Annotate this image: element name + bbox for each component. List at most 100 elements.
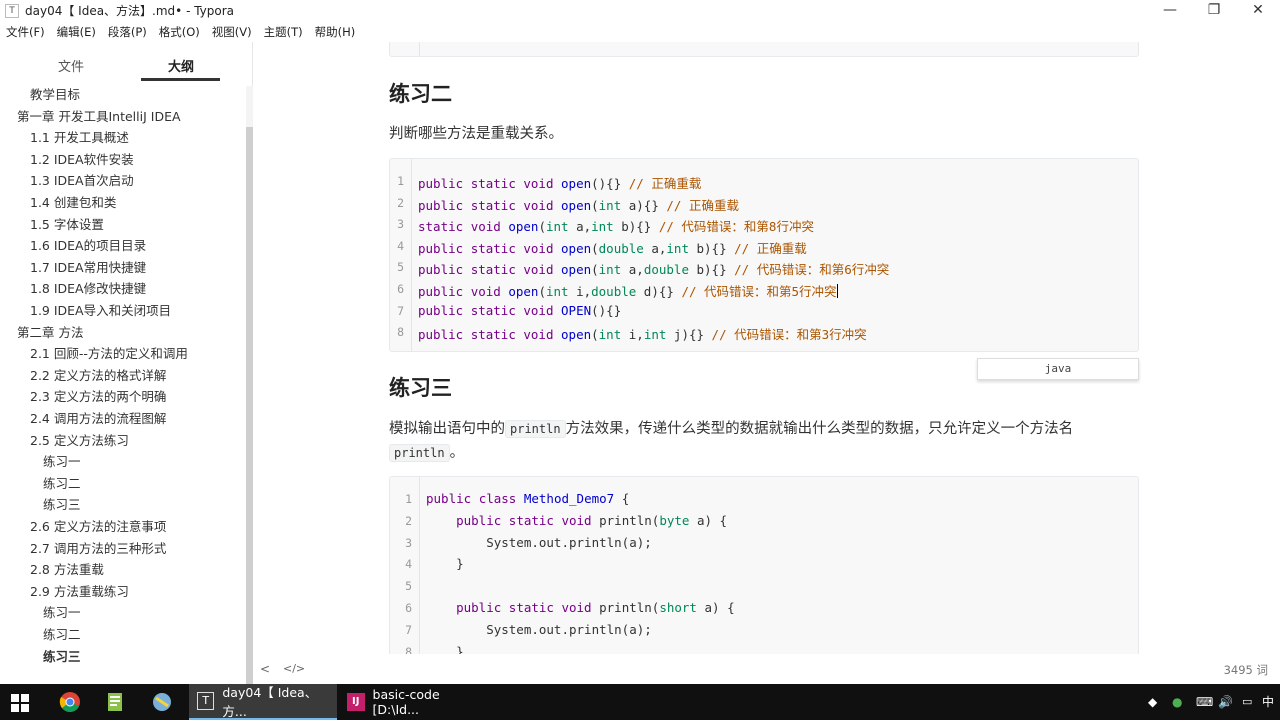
windows-start-icon[interactable] [10,693,30,713]
code-line[interactable]: public static void open(int a,double b){… [418,259,889,278]
code-line[interactable]: System.out.println(a); [426,535,652,550]
menu-file[interactable]: 文件(F) [0,24,51,40]
line-number: 5 [397,260,404,275]
taskbar-app-typora[interactable]: T day04【 Idea、方... [189,684,337,720]
maximize-button[interactable]: ❐ [1192,0,1236,21]
line-number: 7 [397,303,404,318]
source-code-mode-icon[interactable]: </> [283,662,305,675]
menu-paragraph[interactable]: 段落(P) [102,24,153,40]
code-line[interactable]: public static void open(int a){} // 正确重载 [418,195,739,214]
line-number: 7 [405,622,412,637]
editor-area[interactable]: 练习二 判断哪些方法是重载关系。 1 public static void ope… [254,42,1280,654]
outline-item[interactable]: 1.2 IDEA软件安装 [30,149,134,168]
tab-outline[interactable]: 大纲 [168,56,194,75]
outline-item[interactable]: 2.1 回顾--方法的定义和调用 [30,343,188,362]
menu-format[interactable]: 格式(O) [153,24,206,40]
outline-item[interactable]: 第二章 方法 [17,322,83,341]
menu-theme[interactable]: 主题(T) [258,24,309,40]
outline-item[interactable]: 教学目标 [30,86,80,103]
back-icon[interactable]: < [260,662,270,676]
code-line[interactable]: public static void open(double a,int b){… [418,238,807,257]
tray-wechat-icon[interactable]: ● [1172,684,1182,720]
outline-item[interactable]: 1.8 IDEA修改快捷键 [30,278,146,297]
code-line[interactable]: } [426,556,464,571]
outline-item[interactable]: 2.6 定义方法的注意事项 [30,516,166,535]
outline-list: 教学目标第一章 开发工具IntelliJ IDEA 1.1 开发工具概述 1.2 I… [0,86,245,684]
inline-code-println: println [505,420,566,438]
previous-code-block[interactable] [389,42,1139,57]
code-line[interactable]: public class Method_Demo7 { [426,491,629,506]
outline-item[interactable]: 练习一 [43,451,81,470]
outline-item[interactable]: 2.4 调用方法的流程图解 [30,408,166,427]
sidebar-tabs: 文件 大纲 [0,42,253,86]
code-line[interactable]: public static void println(short a) { [426,600,735,615]
exercise-3-text-b: 方法效果，传递什么类型的数据就输出什么类型的数据，只允许定义一个方法名 [565,421,1074,437]
menu-bar: 文件(F) 编辑(E) 段落(P) 格式(O) 视图(V) 主题(T) 帮助(H… [0,21,1280,42]
taskbar-app-intellij-label: basic-code [D:\Id... [372,687,440,717]
exercise-2-description: 判断哪些方法是重载关系。 [389,126,563,142]
eclipse-icon[interactable] [150,690,174,714]
outline-item[interactable]: 第一章 开发工具IntelliJ IDEA [17,106,181,125]
outline-item[interactable]: 2.5 定义方法练习 [30,430,129,449]
minimize-button[interactable]: — [1148,0,1192,21]
line-number: 3 [397,217,404,232]
code-line[interactable]: public static void println(byte a) { [426,513,727,528]
outline-item[interactable]: 1.6 IDEA的项目目录 [30,235,146,254]
window-title: day04【 Idea、方法】.md• - Typora [25,4,235,18]
code-line[interactable]: } [426,644,464,654]
outline-item[interactable]: 2.9 方法重载练习 [30,581,129,600]
code-line[interactable]: static void open(int a,int b){} // 代码错误：… [418,216,814,235]
outline-item[interactable]: 2.8 方法重载 [30,559,104,578]
tray-keyboard-icon[interactable]: ▭ [1242,684,1252,720]
code-line[interactable]: System.out.println(a); [426,622,652,637]
line-number: 8 [405,644,412,654]
outline-item[interactable]: 2.2 定义方法的格式详解 [30,365,166,384]
close-button[interactable]: ✕ [1236,0,1280,21]
outline-item[interactable]: 1.9 IDEA导入和关闭项目 [30,300,171,319]
code-line[interactable]: public void open(int i,double d){} // 代码… [418,281,838,300]
tab-files[interactable]: 文件 [58,56,84,75]
code-gutter [390,42,420,56]
outline-item[interactable]: 练习二 [43,473,81,492]
outline-item[interactable]: 1.4 创建包和类 [30,192,116,211]
tray-volume-icon[interactable]: 🔊 [1218,684,1233,720]
outline-item[interactable]: 1.1 开发工具概述 [30,127,129,146]
exercise-3-description-cont: println。 [389,441,464,462]
outline-item[interactable]: 2.3 定义方法的两个明确 [30,386,166,405]
outline-item[interactable]: 1.5 字体设置 [30,214,104,233]
exercise-3-text-a: 模拟输出语句中的 [389,421,505,437]
taskbar-app-typora-label: day04【 Idea、方... [222,685,318,719]
sidebar-scrollbar-thumb[interactable] [246,127,253,684]
taskbar-app-intellij[interactable]: IJ basic-code [D:\Id... [339,684,487,720]
tray-security-icon[interactable]: ◆ [1148,684,1157,720]
line-number: 6 [397,282,404,296]
notepad-plus-icon[interactable] [104,690,128,714]
menu-help[interactable]: 帮助(H) [309,24,362,40]
outline-item[interactable]: 练习一 [43,602,81,621]
outline-item[interactable]: 练习二 [43,624,81,643]
code-line[interactable]: public static void open(int i,int j){} /… [418,324,867,343]
inline-code-println-2: println [389,444,450,462]
code-line[interactable]: public static void OPEN(){} [418,303,621,318]
word-count[interactable]: 3495 词 [1224,662,1268,678]
chrome-icon[interactable] [58,690,82,714]
outline-item[interactable]: 练习三 [43,494,81,513]
menu-edit[interactable]: 编辑(E) [51,24,102,40]
outline-item[interactable]: 1.7 IDEA常用快捷键 [30,257,146,276]
line-number: 4 [405,557,412,572]
code-block-exercise-2[interactable]: 1 public static void open(){} // 正确重载 2 pub… [389,158,1139,352]
line-number: 2 [397,195,404,210]
tray-network-icon[interactable]: ⌨ [1196,684,1213,720]
menu-view[interactable]: 视图(V) [206,24,258,40]
code-block-exercise-3[interactable]: 1 public class Method_Demo7 {2 public sta… [389,476,1139,654]
line-number: 2 [405,513,412,528]
outline-item[interactable]: 练习三 [43,646,81,665]
code-language-selector[interactable]: java [977,358,1139,380]
tray-ime-indicator[interactable]: 中 [1262,684,1274,720]
typora-icon: T [197,692,215,710]
title-bar: T day04【 Idea、方法】.md• - Typora — ❐ ✕ [0,0,1280,21]
outline-item[interactable]: 2.7 调用方法的三种形式 [30,538,166,557]
code-line[interactable]: public static void open(){} // 正确重载 [418,173,701,192]
line-number: 1 [397,174,404,188]
outline-item[interactable]: 1.3 IDEA首次启动 [30,170,134,189]
